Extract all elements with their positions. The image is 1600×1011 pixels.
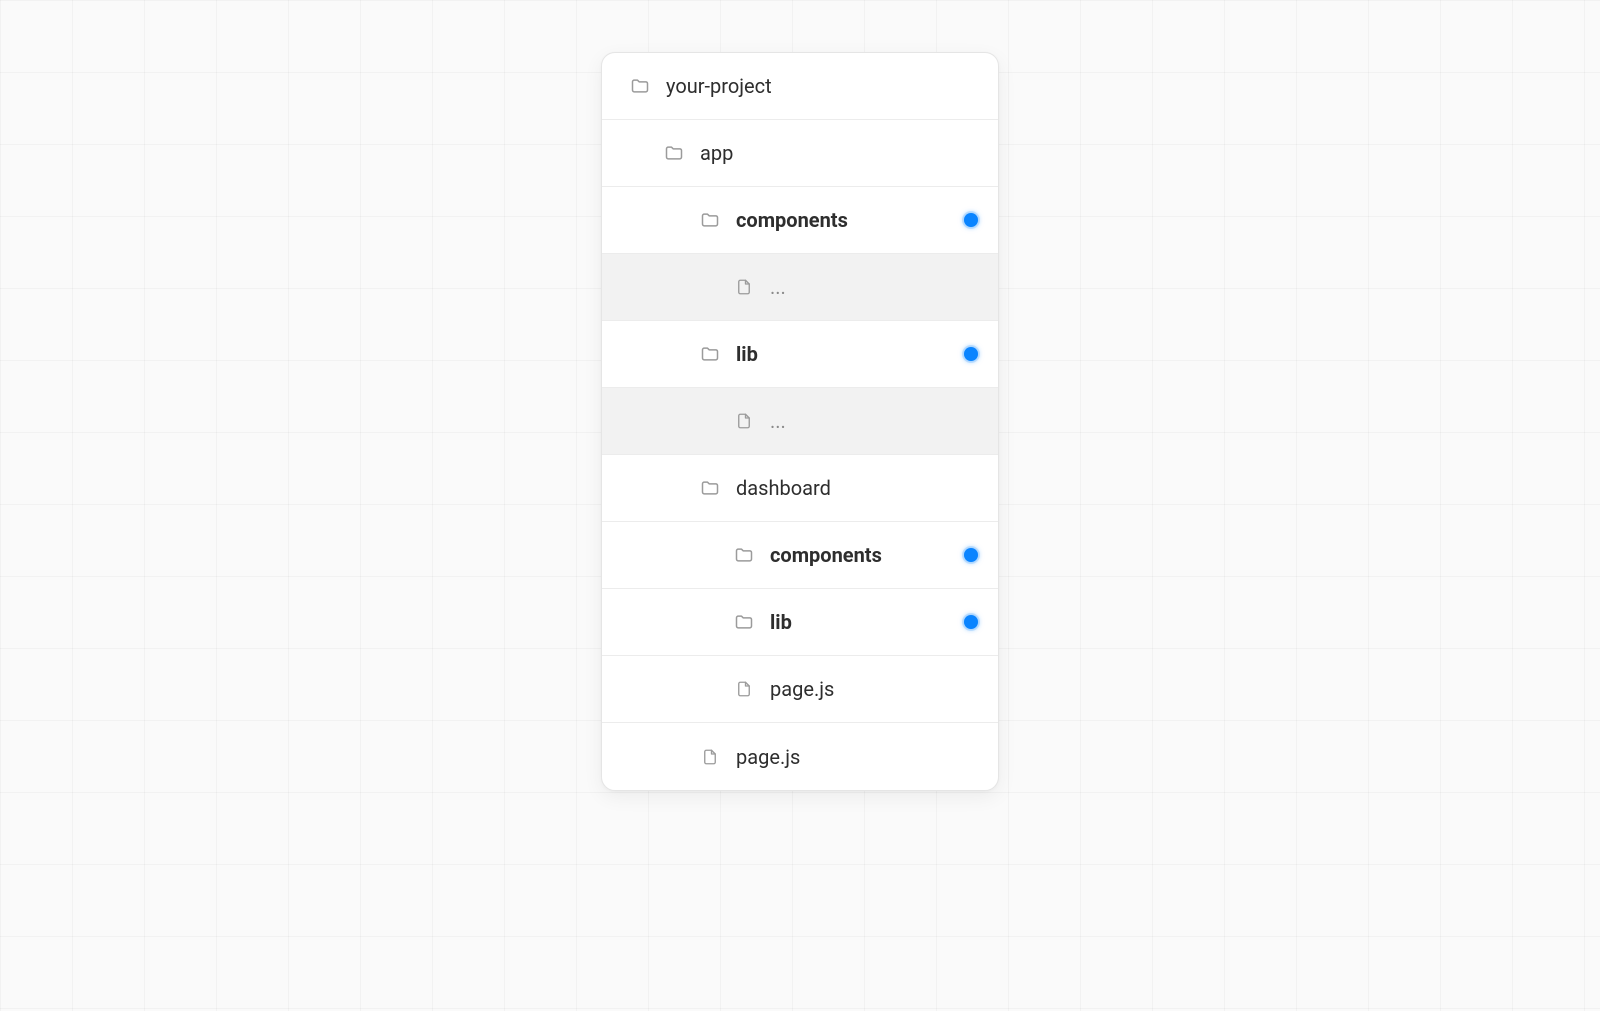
tree-item-label: app — [700, 141, 733, 165]
file-tree-panel: your-project app components ... lib ... … — [601, 52, 999, 791]
folder-icon — [698, 476, 722, 500]
highlight-dot — [964, 615, 978, 629]
highlight-dot — [964, 213, 978, 227]
tree-item-label: dashboard — [736, 476, 831, 500]
folder-icon — [662, 141, 686, 165]
file-icon — [732, 275, 756, 299]
tree-row[interactable]: lib — [602, 589, 998, 656]
tree-item-label: page.js — [736, 745, 800, 769]
tree-row[interactable]: components — [602, 522, 998, 589]
folder-icon — [698, 208, 722, 232]
tree-item-label: ... — [770, 275, 786, 299]
file-icon — [698, 745, 722, 769]
tree-row[interactable]: lib — [602, 321, 998, 388]
tree-item-label: ... — [770, 409, 786, 433]
tree-row[interactable]: your-project — [602, 53, 998, 120]
file-icon — [732, 409, 756, 433]
tree-item-label: components — [770, 543, 882, 567]
file-icon — [732, 677, 756, 701]
tree-item-label: components — [736, 208, 848, 232]
tree-row[interactable]: dashboard — [602, 455, 998, 522]
tree-row[interactable]: components — [602, 187, 998, 254]
tree-row[interactable]: ... — [602, 254, 998, 321]
tree-row[interactable]: ... — [602, 388, 998, 455]
tree-row[interactable]: page.js — [602, 723, 998, 790]
tree-row[interactable]: page.js — [602, 656, 998, 723]
folder-icon — [732, 610, 756, 634]
folder-icon — [628, 74, 652, 98]
tree-item-label: page.js — [770, 677, 834, 701]
highlight-dot — [964, 548, 978, 562]
folder-icon — [732, 543, 756, 567]
highlight-dot — [964, 347, 978, 361]
folder-icon — [698, 342, 722, 366]
tree-item-label: your-project — [666, 74, 772, 98]
tree-item-label: lib — [736, 342, 758, 366]
tree-row[interactable]: app — [602, 120, 998, 187]
tree-item-label: lib — [770, 610, 792, 634]
